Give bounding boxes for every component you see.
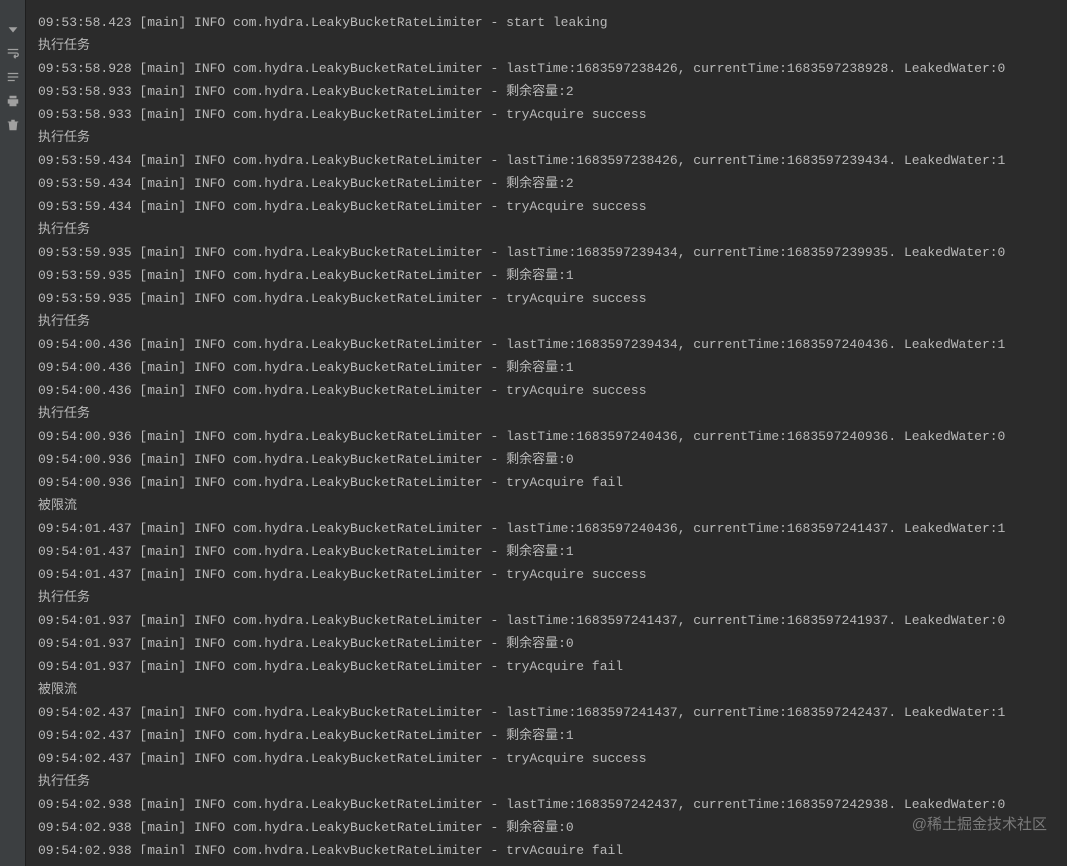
log-line: 09:54:00.936 [main] INFO com.hydra.Leaky… [38,471,1067,494]
log-line: 09:54:00.436 [main] INFO com.hydra.Leaky… [38,333,1067,356]
watermark: @稀土掘金技术社区 [912,813,1047,836]
log-line: 09:54:00.936 [main] INFO com.hydra.Leaky… [38,425,1067,448]
log-line: 执行任务 [38,126,1067,149]
log-line: 09:53:58.423 [main] INFO com.hydra.Leaky… [38,11,1067,34]
log-line: 09:54:01.937 [main] INFO com.hydra.Leaky… [38,632,1067,655]
log-line: 09:54:01.437 [main] INFO com.hydra.Leaky… [38,517,1067,540]
log-line: 执行任务 [38,310,1067,333]
log-line: 执行任务 [38,402,1067,425]
log-line: 09:53:59.434 [main] INFO com.hydra.Leaky… [38,149,1067,172]
wrap-icon[interactable] [4,44,22,62]
log-line: 09:53:58.933 [main] INFO com.hydra.Leaky… [38,80,1067,103]
log-line: 09:54:02.938 [main] INFO com.hydra.Leaky… [38,839,1067,854]
log-line: 09:54:01.937 [main] INFO com.hydra.Leaky… [38,609,1067,632]
print-icon[interactable] [4,92,22,110]
log-line: 09:53:59.434 [main] INFO com.hydra.Leaky… [38,172,1067,195]
log-line: 执行任务 [38,34,1067,57]
log-line: 执行任务 [38,770,1067,793]
log-line: 09:53:58.928 [main] INFO com.hydra.Leaky… [38,57,1067,80]
console-output[interactable]: 09:53:58.423 [main] INFO com.hydra.Leaky… [26,0,1067,854]
log-line: 09:53:59.434 [main] INFO com.hydra.Leaky… [38,195,1067,218]
log-line: 09:54:00.436 [main] INFO com.hydra.Leaky… [38,356,1067,379]
log-line: 09:54:02.437 [main] INFO com.hydra.Leaky… [38,724,1067,747]
log-line: 09:53:59.935 [main] INFO com.hydra.Leaky… [38,264,1067,287]
log-line: 09:53:59.935 [main] INFO com.hydra.Leaky… [38,287,1067,310]
scroll-icon[interactable] [4,68,22,86]
arrow-down-icon[interactable] [4,20,22,38]
log-line: 09:54:01.437 [main] INFO com.hydra.Leaky… [38,563,1067,586]
trash-icon[interactable] [4,116,22,134]
log-line: 09:54:01.437 [main] INFO com.hydra.Leaky… [38,540,1067,563]
log-line: 09:54:02.437 [main] INFO com.hydra.Leaky… [38,701,1067,724]
log-line: 被限流 [38,678,1067,701]
log-line: 09:53:59.935 [main] INFO com.hydra.Leaky… [38,241,1067,264]
log-line: 09:54:02.437 [main] INFO com.hydra.Leaky… [38,747,1067,770]
log-line: 09:54:01.937 [main] INFO com.hydra.Leaky… [38,655,1067,678]
log-line: 执行任务 [38,218,1067,241]
log-line: 执行任务 [38,586,1067,609]
log-line: 09:54:00.936 [main] INFO com.hydra.Leaky… [38,448,1067,471]
log-line: 被限流 [38,494,1067,517]
console-toolbar [0,0,26,866]
log-line: 09:53:58.933 [main] INFO com.hydra.Leaky… [38,103,1067,126]
log-line: 09:54:00.436 [main] INFO com.hydra.Leaky… [38,379,1067,402]
